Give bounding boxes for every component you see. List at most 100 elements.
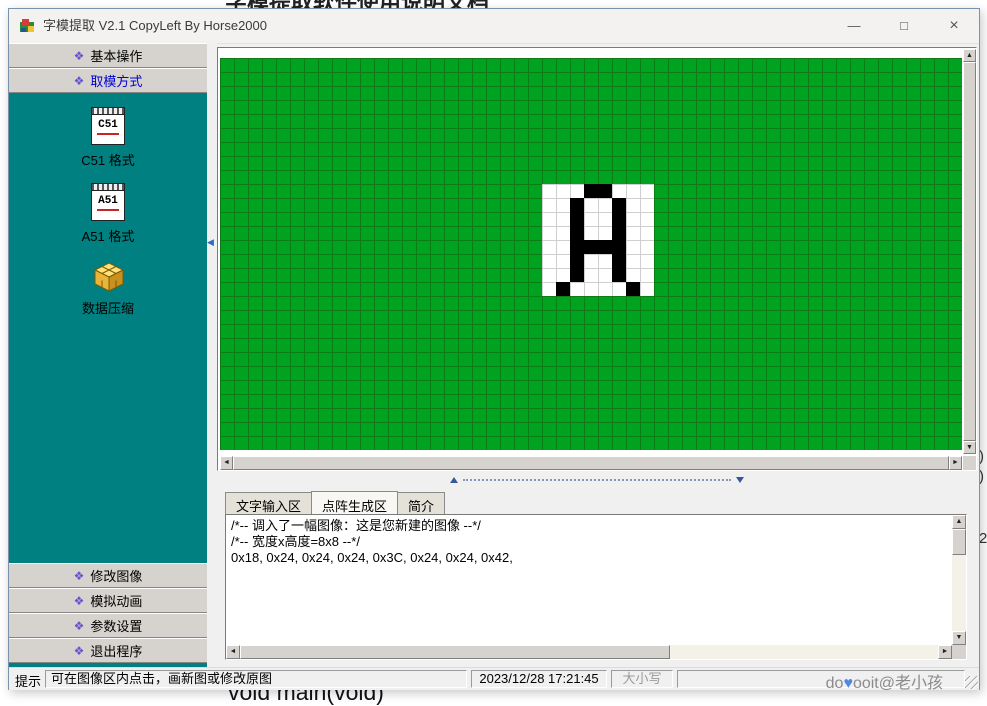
window-title: 字模提取 V2.1 CopyLeft By Horse2000 bbox=[43, 9, 267, 43]
glyph-pixel[interactable] bbox=[598, 184, 612, 198]
glyph-pixel[interactable] bbox=[570, 254, 584, 268]
sidebar: ❖ 基本操作 ❖ 取模方式 C51 C51 格式 A51 A51 格式 bbox=[9, 43, 207, 667]
tool-c51-format[interactable]: C51 C51 格式 bbox=[9, 107, 207, 169]
bottom-panel: 文字输入区 点阵生成区 简介 /*-- 调入了一幅图像：这是您新建的图像 --*… bbox=[217, 489, 977, 667]
output-text[interactable]: /*-- 调入了一幅图像：这是您新建的图像 --*/ /*-- 宽度x高度=8x… bbox=[227, 516, 951, 644]
vertical-scroll-thumb[interactable] bbox=[963, 62, 976, 441]
notepad-binding bbox=[92, 184, 124, 191]
glyph-pixel[interactable] bbox=[612, 226, 626, 240]
glyph-pixel[interactable] bbox=[612, 212, 626, 226]
splitter-collapse-icon[interactable] bbox=[450, 477, 458, 483]
status-timestamp: 2023/12/28 17:21:45 bbox=[471, 670, 607, 688]
glyph-bitmap[interactable] bbox=[542, 184, 654, 296]
output-horizontal-scrollbar[interactable]: ◄ ► bbox=[226, 645, 952, 659]
scroll-down-icon[interactable]: ▼ bbox=[952, 631, 966, 645]
glyph-pixel[interactable] bbox=[584, 240, 598, 254]
output-vertical-scrollbar[interactable]: ▲ ▼ bbox=[952, 515, 966, 645]
scroll-up-icon[interactable]: ▲ bbox=[963, 49, 976, 62]
splitter-dots[interactable] bbox=[463, 479, 731, 481]
glyph-pixel[interactable] bbox=[570, 198, 584, 212]
sidebar-item-label: 取模方式 bbox=[90, 71, 142, 90]
sidebar-item-simulate-animation[interactable]: ❖ 模拟动画 bbox=[9, 588, 207, 613]
sidebar-item-modify-image[interactable]: ❖ 修改图像 bbox=[9, 563, 207, 588]
scroll-down-icon[interactable]: ▼ bbox=[963, 441, 976, 454]
glyph-pixel[interactable] bbox=[556, 282, 570, 296]
collapse-arrow-icon[interactable]: ◀ bbox=[207, 237, 214, 248]
panel-splitter[interactable] bbox=[217, 471, 977, 489]
minimize-icon: — bbox=[848, 18, 861, 33]
scroll-left-icon[interactable]: ◄ bbox=[220, 456, 233, 470]
app-window: 字模提取 V2.1 CopyLeft By Horse2000 — □ × ❖ … bbox=[8, 8, 980, 690]
glyph-pixel[interactable] bbox=[570, 212, 584, 226]
vertical-scroll-thumb[interactable] bbox=[952, 529, 966, 555]
horizontal-scroll-thumb[interactable] bbox=[233, 456, 949, 470]
notepad-underline bbox=[97, 209, 119, 211]
output-line: 0x18, 0x24, 0x24, 0x24, 0x3C, 0x24, 0x24… bbox=[231, 550, 947, 566]
sidebar-item-label: 基本操作 bbox=[90, 46, 142, 65]
tool-data-compress[interactable]: 数据压缩 bbox=[9, 259, 207, 317]
splitter-expand-icon[interactable] bbox=[736, 477, 744, 483]
tool-label: A51 格式 bbox=[82, 226, 135, 245]
sidebar-canvas-gap: ◀ bbox=[207, 43, 217, 667]
glyph-pixel[interactable] bbox=[570, 268, 584, 282]
glyph-pixel[interactable] bbox=[598, 240, 612, 254]
glyph-pixel[interactable] bbox=[612, 240, 626, 254]
sidebar-item-label: 退出程序 bbox=[90, 641, 142, 660]
canvas-horizontal-scrollbar[interactable]: ◄ ► bbox=[220, 456, 962, 470]
diamond-icon: ❖ bbox=[74, 645, 85, 657]
watermark-suffix: ooit@老小孩 bbox=[853, 675, 943, 692]
scrollbar-corner bbox=[963, 456, 976, 470]
watermark: do♥ooit@老小孩 bbox=[826, 669, 943, 693]
sidebar-item-basic-operations[interactable]: ❖ 基本操作 bbox=[9, 43, 207, 68]
scroll-right-icon[interactable]: ► bbox=[938, 645, 952, 659]
output-line: /*-- 宽度x高度=8x8 --*/ bbox=[231, 534, 947, 550]
horizontal-scroll-thumb[interactable] bbox=[240, 645, 670, 659]
output-textarea[interactable]: /*-- 调入了一幅图像：这是您新建的图像 --*/ /*-- 宽度x高度=8x… bbox=[225, 514, 967, 660]
tool-a51-format[interactable]: A51 A51 格式 bbox=[9, 183, 207, 245]
diamond-icon: ❖ bbox=[74, 595, 85, 607]
sidebar-item-label: 模拟动画 bbox=[90, 591, 142, 610]
title-bar[interactable]: 字模提取 V2.1 CopyLeft By Horse2000 — □ × bbox=[9, 9, 979, 44]
glyph-pixel[interactable] bbox=[584, 184, 598, 198]
scroll-left-icon[interactable]: ◄ bbox=[226, 645, 240, 659]
status-bar: 提示 可在图像区内点击，画新图或修改原图 2023/12/28 17:21:45… bbox=[9, 667, 979, 690]
notepad-badge: C51 bbox=[92, 119, 124, 131]
sidebar-item-sampling-mode[interactable]: ❖ 取模方式 bbox=[9, 68, 207, 93]
close-button[interactable]: × bbox=[929, 9, 979, 43]
notepad-badge: A51 bbox=[92, 195, 124, 207]
notepad-binding bbox=[92, 108, 124, 115]
diamond-icon: ❖ bbox=[74, 620, 85, 632]
compress-cube-icon bbox=[89, 259, 127, 293]
minimize-button[interactable]: — bbox=[829, 9, 879, 43]
glyph-pixel[interactable] bbox=[612, 254, 626, 268]
scroll-up-icon[interactable]: ▲ bbox=[952, 515, 966, 529]
tool-label: 数据压缩 bbox=[82, 298, 134, 317]
canvas-vertical-scrollbar[interactable]: ▲ ▼ bbox=[963, 49, 976, 454]
a51-notepad-icon: A51 bbox=[91, 183, 125, 221]
heart-icon: ♥ bbox=[843, 675, 853, 692]
glyph-pixel[interactable] bbox=[570, 226, 584, 240]
sidebar-item-parameter-settings[interactable]: ❖ 参数设置 bbox=[9, 613, 207, 638]
status-hint: 可在图像区内点击，画新图或修改原图 bbox=[45, 670, 467, 688]
drawing-area: ▲ ▼ ◄ ► bbox=[217, 47, 977, 471]
diamond-icon: ❖ bbox=[74, 50, 85, 62]
resize-grip[interactable] bbox=[965, 676, 978, 689]
scroll-right-icon[interactable]: ► bbox=[949, 456, 962, 470]
output-line: /*-- 调入了一幅图像：这是您新建的图像 --*/ bbox=[231, 518, 947, 534]
background-right-fragment: 2 bbox=[979, 530, 987, 547]
diamond-icon: ❖ bbox=[74, 570, 85, 582]
glyph-pixel[interactable] bbox=[612, 198, 626, 212]
maximize-icon: □ bbox=[900, 18, 908, 33]
scrollbar-corner bbox=[952, 645, 966, 659]
app-icon bbox=[19, 18, 35, 34]
glyph-pixel[interactable] bbox=[612, 268, 626, 282]
maximize-button[interactable]: □ bbox=[879, 9, 929, 43]
glyph-pixel[interactable] bbox=[626, 282, 640, 296]
notepad-underline bbox=[97, 133, 119, 135]
sidebar-item-exit-program[interactable]: ❖ 退出程序 bbox=[9, 638, 207, 663]
glyph-pixel[interactable] bbox=[570, 240, 584, 254]
status-case-indicator: 大小写 bbox=[611, 670, 673, 688]
close-icon: × bbox=[949, 17, 958, 34]
diamond-icon: ❖ bbox=[74, 75, 85, 87]
pixel-grid[interactable] bbox=[220, 58, 962, 450]
